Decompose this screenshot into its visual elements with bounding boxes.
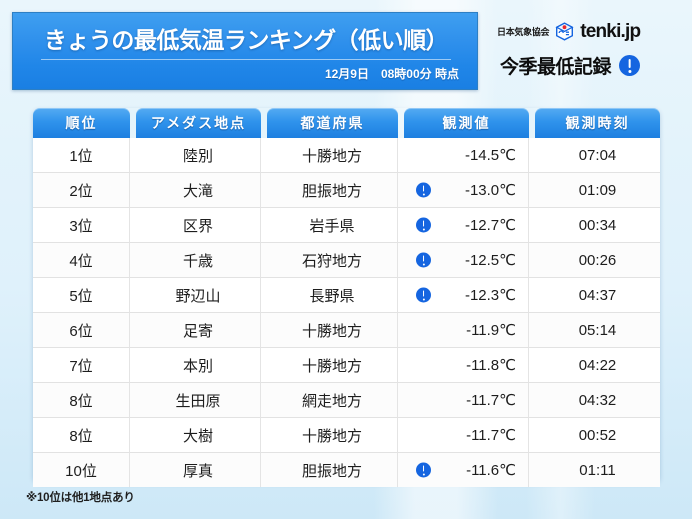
temperature-value: -14.5℃	[464, 147, 516, 164]
table-row: 8位 生田原 網走地方 -11.7℃ 04:32	[33, 383, 660, 418]
ranking-table-body: 1位 陸別 十勝地方 -14.5℃ 07:04 2位 大滝 胆振地方 -13.0℃ 01:09 3位…	[33, 138, 660, 487]
cell-station: 足寄	[136, 313, 261, 348]
temperature-value: -11.9℃	[466, 322, 516, 339]
exclamation-circle-icon	[416, 287, 431, 303]
brand-row: 日本気象協会 tenki.jp	[497, 21, 641, 42]
observation-timestamp: 12月9日 08時00分 時点	[324, 67, 459, 81]
cell-prefecture: 岩手県	[267, 208, 398, 243]
cell-station: 生田原	[136, 383, 261, 418]
cell-observed-value: -14.5℃	[404, 138, 529, 173]
cell-rank: 7位	[33, 348, 130, 383]
page-title: きょうの最低気温ランキング（低い順）	[43, 27, 449, 53]
column-header-observed-value: 観測値	[404, 108, 529, 138]
cell-observed-time: 00:52	[535, 418, 660, 453]
table-row: 2位 大滝 胆振地方 -13.0℃ 01:09	[33, 173, 660, 208]
cell-prefecture: 網走地方	[267, 383, 398, 418]
cell-station: 本別	[136, 348, 261, 383]
cell-prefecture: 十勝地方	[267, 138, 398, 173]
temperature-value: -12.3℃	[464, 287, 516, 304]
cell-prefecture: 胆振地方	[267, 453, 398, 487]
cell-rank: 6位	[33, 313, 130, 348]
cell-prefecture: 十勝地方	[267, 418, 398, 453]
cell-observed-value: -12.3℃	[404, 278, 529, 313]
cell-station: 大滝	[136, 173, 261, 208]
title-divider	[41, 59, 451, 60]
exclamation-circle-icon	[416, 217, 431, 233]
cell-prefecture: 長野県	[267, 278, 398, 313]
table-row: 7位 本別 十勝地方 -11.8℃ 04:22	[33, 348, 660, 383]
cell-station: 大樹	[136, 418, 261, 453]
column-header-station: アメダス地点	[136, 108, 261, 138]
cell-station: 千歳	[136, 243, 261, 278]
cell-observed-value: -12.7℃	[404, 208, 529, 243]
cell-observed-time: 04:32	[535, 383, 660, 418]
exclamation-circle-icon	[619, 55, 641, 76]
table-row: 1位 陸別 十勝地方 -14.5℃ 07:04	[33, 138, 660, 173]
temperature-value: -13.0℃	[464, 182, 516, 199]
exclamation-circle-icon	[416, 462, 431, 478]
table-row: 4位 千歳 石狩地方 -12.5℃ 00:26	[33, 243, 660, 278]
brand-association-label: 日本気象協会	[497, 27, 550, 37]
ranking-table-container: 順位 アメダス地点 都道府県 観測値 観測時刻 1位 陸別 十勝地方 -14.5℃ 07…	[33, 108, 660, 487]
cell-rank: 3位	[33, 208, 130, 243]
cell-observed-value: -12.5℃	[404, 243, 529, 278]
cell-station: 厚真	[136, 453, 261, 487]
cell-observed-time: 05:14	[535, 313, 660, 348]
record-legend-label: 今季最低記録	[500, 57, 612, 78]
cell-observed-value: -11.9℃	[404, 313, 529, 348]
cell-observed-value: -11.7℃	[404, 383, 529, 418]
cell-observed-time: 04:37	[535, 278, 660, 313]
exclamation-circle-icon	[416, 252, 431, 268]
temperature-value: -11.8℃	[466, 357, 516, 374]
table-row: 10位 厚真 胆振地方 -11.6℃ 01:11	[33, 453, 660, 487]
table-footnote: ※10位は他1地点あり	[26, 492, 135, 504]
cell-observed-value: -13.0℃	[404, 173, 529, 208]
cell-observed-time: 00:34	[535, 208, 660, 243]
cell-rank: 2位	[33, 173, 130, 208]
table-row: 8位 大樹 十勝地方 -11.7℃ 00:52	[33, 418, 660, 453]
ranking-table: 順位 アメダス地点 都道府県 観測値 観測時刻 1位 陸別 十勝地方 -14.5℃ 07…	[33, 108, 660, 487]
tenki-cube-icon	[555, 22, 574, 41]
cell-rank: 8位	[33, 418, 130, 453]
cell-rank: 1位	[33, 138, 130, 173]
table-header-row: 順位 アメダス地点 都道府県 観測値 観測時刻	[33, 108, 660, 138]
cell-rank: 10位	[33, 453, 130, 487]
cell-observed-time: 07:04	[535, 138, 660, 173]
column-header-rank: 順位	[33, 108, 130, 138]
cell-observed-time: 01:09	[535, 173, 660, 208]
cell-observed-value: -11.8℃	[404, 348, 529, 383]
cell-observed-time: 00:26	[535, 243, 660, 278]
cell-prefecture: 胆振地方	[267, 173, 398, 208]
cell-observed-value: -11.7℃	[404, 418, 529, 453]
cell-rank: 5位	[33, 278, 130, 313]
table-row: 5位 野辺山 長野県 -12.3℃ 04:37	[33, 278, 660, 313]
table-row: 3位 区界 岩手県 -12.7℃ 00:34	[33, 208, 660, 243]
cell-prefecture: 石狩地方	[267, 243, 398, 278]
cell-prefecture: 十勝地方	[267, 348, 398, 383]
cell-observed-time: 01:11	[535, 453, 660, 487]
cell-rank: 4位	[33, 243, 130, 278]
title-banner: きょうの最低気温ランキング（低い順） 12月9日 08時00分 時点	[12, 12, 478, 90]
page-header: きょうの最低気温ランキング（低い順） 12月9日 08時00分 時点 日本気象協…	[0, 0, 692, 100]
exclamation-circle-icon	[416, 182, 431, 198]
temperature-value: -12.7℃	[464, 217, 516, 234]
temperature-value: -12.5℃	[464, 252, 516, 269]
table-row: 6位 足寄 十勝地方 -11.9℃ 05:14	[33, 313, 660, 348]
brand-name-label: tenki.jp	[580, 21, 641, 42]
cell-observed-time: 04:22	[535, 348, 660, 383]
record-legend: 今季最低記録	[500, 52, 641, 79]
cell-station: 区界	[136, 208, 261, 243]
cell-station: 野辺山	[136, 278, 261, 313]
column-header-observed-time: 観測時刻	[535, 108, 660, 138]
cell-rank: 8位	[33, 383, 130, 418]
cell-observed-value: -11.6℃	[404, 453, 529, 487]
cell-prefecture: 十勝地方	[267, 313, 398, 348]
temperature-value: -11.7℃	[466, 392, 516, 409]
temperature-value: -11.6℃	[466, 462, 516, 479]
cell-station: 陸別	[136, 138, 261, 173]
column-header-prefecture: 都道府県	[267, 108, 398, 138]
temperature-value: -11.7℃	[466, 427, 516, 444]
